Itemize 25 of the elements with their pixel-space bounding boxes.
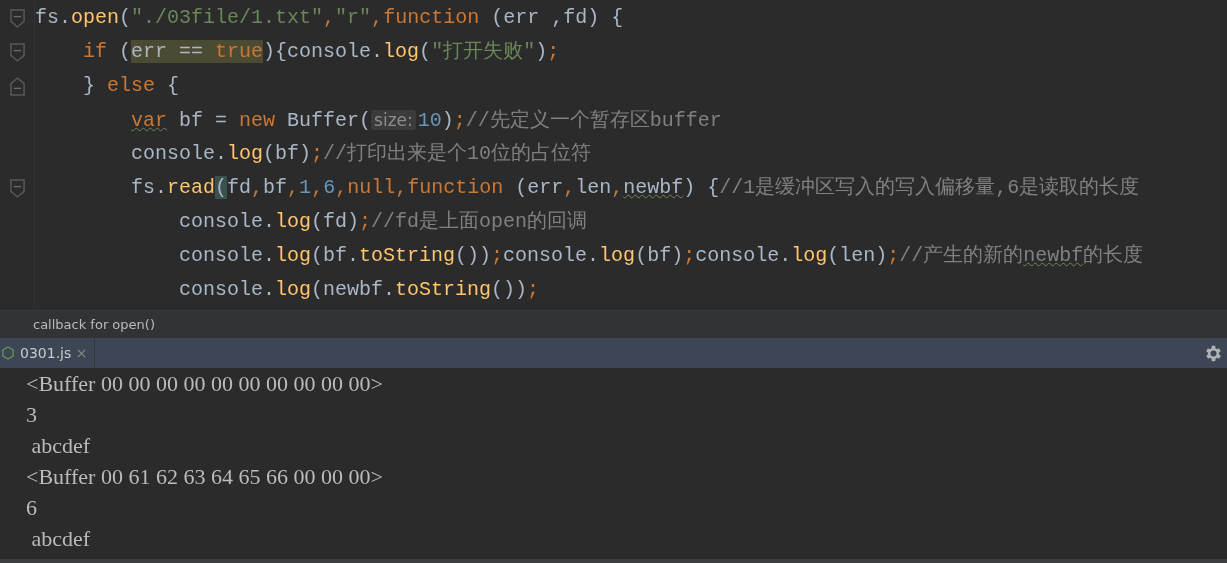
code-line: var bf = new Buffer(size: 10);//先定义一个暂存区buffer	[131, 107, 722, 134]
console-output-line: abcdef	[30, 525, 92, 553]
console-output-line: 6	[26, 494, 38, 522]
code-line: fs.read(fd,bf,1,6,null,function (err,len,newbf) {//1是缓冲区写入的写入偏移量,6是读取的长度	[131, 175, 1140, 201]
code-line: console.log(newbf.toString());	[179, 277, 540, 303]
console-output-line: <Buffer 00 61 62 63 64 65 66 00 00 00>	[26, 463, 384, 491]
tooltip: callback for open()	[0, 310, 1227, 338]
fold-marker-icon[interactable]	[9, 178, 25, 198]
console-output-line: 3	[26, 401, 38, 429]
tab[interactable]: 0301.js	[0, 338, 96, 368]
fold-marker-icon[interactable]	[9, 76, 25, 96]
code-line: console.log(bf.toString());console.log(bf);console.log(len);//产生的新的newbf的长度	[179, 243, 1144, 269]
console-output-line: <Buffer 00 00 00 00 00 00 00 00 00 00>	[26, 370, 384, 398]
code-line: if (err == true){console.log("打开失败");	[83, 39, 560, 65]
hexagon-icon	[2, 345, 14, 361]
code-line: fs.open("./03file/1.txt","r",function (err ,fd) {	[35, 5, 624, 31]
close-icon[interactable]	[77, 348, 87, 358]
code-line: console.log(bf);//打印出来是个10位的占位符	[131, 141, 592, 167]
code-line: } else {	[83, 73, 180, 99]
code-line: console.log(fd);//fd是上面open的回调	[179, 209, 588, 235]
fold-marker-icon[interactable]	[9, 42, 25, 62]
console-output-line: abcdef	[30, 432, 92, 460]
settings-icon[interactable]	[1205, 344, 1222, 362]
tab-label: 0301.js	[20, 345, 72, 361]
fold-marker-icon[interactable]	[9, 8, 25, 28]
